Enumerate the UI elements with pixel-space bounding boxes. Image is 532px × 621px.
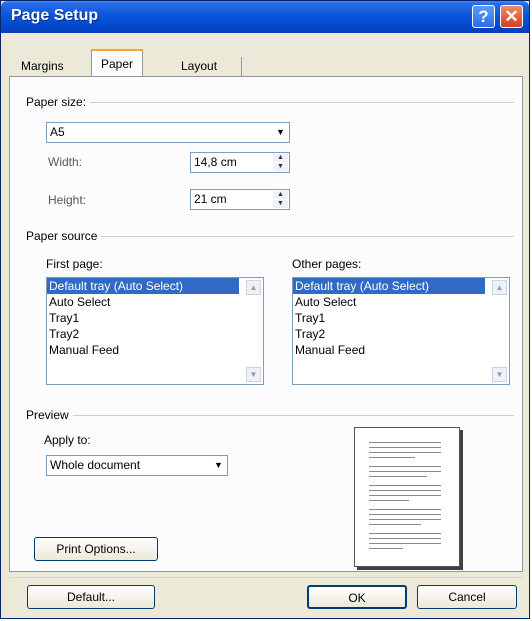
preview-text-line [369,500,409,501]
preview-text-line [369,471,441,472]
preview-text-line [369,509,441,510]
height-label: Height: [48,193,87,207]
list-item[interactable]: Tray1 [47,310,263,326]
preview-text-line [369,548,403,549]
tab-margins-label: Margins [21,59,64,73]
list-item[interactable]: Tray1 [293,310,509,326]
width-value: 14,8 cm [194,155,237,169]
apply-to-combo[interactable]: Whole document ▼ [46,455,228,476]
preview-text-line [369,476,427,477]
height-spinner[interactable]: 21 cm ▲ ▼ [190,189,290,210]
print-options-button[interactable]: Print Options... [34,537,158,561]
scroll-down-icon[interactable]: ▼ [492,367,507,382]
preview-text-line [369,485,441,486]
paper-size-group-label: Paper size: [26,95,91,109]
preview-text-line [369,543,441,544]
preview-text-line [369,490,441,491]
default-label: Default... [66,590,116,604]
scroll-down-icon[interactable]: ▼ [246,367,261,382]
height-spin-buttons: ▲ ▼ [273,191,288,208]
paper-size-value: A5 [50,125,65,139]
page-setup-dialog: Page Setup ? ✕ Margins Paper Layout Pape… [0,0,530,619]
preview-text-line [369,514,441,515]
spin-down-icon[interactable]: ▼ [273,163,288,171]
chevron-down-icon[interactable]: ▼ [211,457,226,474]
page-preview-thumbnail [354,427,460,567]
tab-layout-label: Layout [181,59,218,73]
preview-text-line [369,495,441,496]
first-page-listbox[interactable]: Default tray (Auto Select) Auto Select T… [46,277,264,385]
spin-up-icon[interactable]: ▲ [273,191,288,199]
close-icon: ✕ [504,7,519,26]
scroll-up-icon[interactable]: ▲ [492,280,507,295]
default-button[interactable]: Default... [27,585,155,609]
scroll-up-icon[interactable]: ▲ [246,280,261,295]
list-item[interactable]: Default tray (Auto Select) [293,278,485,294]
help-button[interactable]: ? [472,5,495,28]
other-pages-label: Other pages: [292,257,362,271]
preview-text-line [369,442,441,443]
tab-separator [241,57,242,77]
preview-text-line [369,519,441,520]
preview-text-line [369,538,441,539]
list-item[interactable]: Auto Select [293,294,509,310]
cancel-button[interactable]: Cancel [417,585,517,609]
preview-group-label: Preview [26,408,73,422]
height-value: 21 cm [194,192,227,206]
apply-to-label: Apply to: [44,433,91,447]
preview-text-line [369,524,421,525]
tab-strip: Margins Paper Layout [9,47,523,77]
chevron-down-icon[interactable]: ▼ [273,124,288,141]
paper-tab-panel: Paper size: A5 ▼ Width: 14,8 cm ▲ ▼ Heig… [9,76,523,572]
tab-layout[interactable]: Layout [173,55,225,77]
spin-down-icon[interactable]: ▼ [273,200,288,208]
paper-size-combo[interactable]: A5 ▼ [46,122,290,143]
paper-source-group-label: Paper source [26,229,102,243]
width-spin-buttons: ▲ ▼ [273,154,288,171]
paper-source-divider [30,236,514,237]
cancel-label: Cancel [448,590,486,604]
first-page-label: First page: [46,257,103,271]
button-row-divider [9,577,523,578]
title-bar[interactable]: Page Setup ? ✕ [1,1,529,33]
preview-text-line [369,466,441,467]
apply-to-value: Whole document [50,458,141,472]
preview-text-line [369,533,441,534]
list-item[interactable]: Tray2 [293,326,509,342]
dialog-title: Page Setup [11,7,99,24]
preview-text-line [369,457,415,458]
ok-button[interactable]: OK [307,585,407,609]
list-item[interactable]: Default tray (Auto Select) [47,278,239,294]
paper-size-divider [30,102,514,103]
list-item[interactable]: Manual Feed [47,342,263,358]
width-spinner[interactable]: 14,8 cm ▲ ▼ [190,152,290,173]
list-item[interactable]: Manual Feed [293,342,509,358]
ok-label: OK [348,591,366,605]
close-button[interactable]: ✕ [500,5,523,28]
tab-paper-label: Paper [101,57,134,71]
help-icon: ? [478,7,489,26]
list-item[interactable]: Auto Select [47,294,263,310]
other-pages-listbox[interactable]: Default tray (Auto Select) Auto Select T… [292,277,510,385]
width-label: Width: [48,155,83,169]
print-options-label: Print Options... [56,542,136,556]
spin-up-icon[interactable]: ▲ [273,154,288,162]
tab-margins[interactable]: Margins [13,55,72,77]
preview-text-line [369,452,441,453]
preview-divider [30,415,514,416]
preview-text-line [369,447,441,448]
list-item[interactable]: Tray2 [47,326,263,342]
tab-paper[interactable]: Paper [91,49,144,77]
